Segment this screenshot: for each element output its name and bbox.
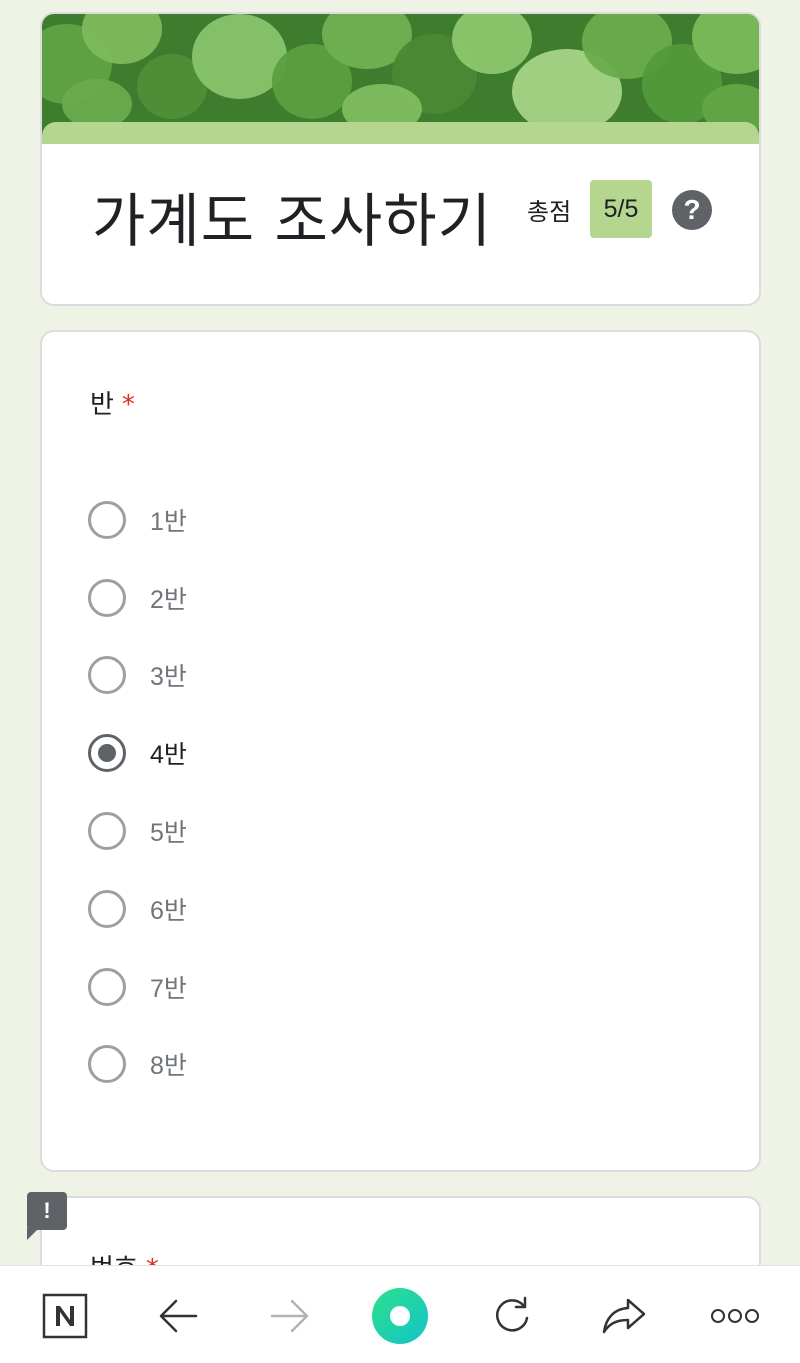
banner-accent-strip (42, 122, 759, 144)
radio-option-1[interactable]: 1반 (88, 498, 488, 542)
form-title: 가계도 조사하기 (92, 187, 492, 255)
question-card-class: 반 * 1반 2반 3반 4반 5반 6반 7반 8반 (40, 330, 761, 1172)
radio-button-selected[interactable] (88, 734, 126, 772)
question-title: 반 * (90, 384, 135, 421)
more-icon[interactable] (705, 1286, 765, 1346)
radio-option-4[interactable]: 4반 (88, 731, 488, 775)
radio-option-7[interactable]: 7반 (88, 965, 488, 1009)
radio-option-label: 8반 (150, 1052, 187, 1080)
share-icon[interactable] (594, 1286, 654, 1346)
report-feedback-icon[interactable]: ! (27, 1192, 67, 1240)
browser-bottom-bar (0, 1265, 800, 1363)
required-mark: * (121, 390, 135, 420)
score-label: 총점 (527, 198, 572, 226)
clover-banner-image (42, 14, 759, 144)
radio-button[interactable] (88, 968, 126, 1006)
radio-button[interactable] (88, 1045, 126, 1083)
radio-option-label: 4반 (150, 741, 187, 769)
radio-option-5[interactable]: 5반 (88, 809, 488, 853)
radio-option-8[interactable]: 8반 (88, 1042, 488, 1086)
refresh-icon[interactable] (482, 1286, 542, 1346)
radio-button[interactable] (88, 656, 126, 694)
forward-arrow-icon[interactable] (260, 1286, 320, 1346)
radio-option-label: 3반 (150, 663, 187, 691)
form-header-card: 가계도 조사하기 총점 5/5 ? (40, 12, 761, 306)
radio-button[interactable] (88, 890, 126, 928)
radio-option-label: 5반 (150, 819, 187, 847)
radio-option-label: 7반 (150, 975, 187, 1003)
radio-option-label: 6반 (150, 897, 187, 925)
radio-option-label: 1반 (150, 508, 187, 536)
score-badge: 5/5 (590, 180, 652, 238)
question-title-text: 반 (90, 390, 114, 420)
help-icon[interactable]: ? (672, 190, 712, 230)
radio-option-2[interactable]: 2반 (88, 576, 488, 620)
radio-option-3[interactable]: 3반 (88, 653, 488, 697)
radio-button[interactable] (88, 579, 126, 617)
radio-button[interactable] (88, 501, 126, 539)
back-arrow-icon[interactable] (148, 1286, 208, 1346)
green-dot-icon[interactable] (370, 1286, 430, 1346)
radio-option-label: 2반 (150, 586, 187, 614)
radio-option-6[interactable]: 6반 (88, 887, 488, 931)
naver-home-icon[interactable] (35, 1286, 95, 1346)
radio-button[interactable] (88, 812, 126, 850)
